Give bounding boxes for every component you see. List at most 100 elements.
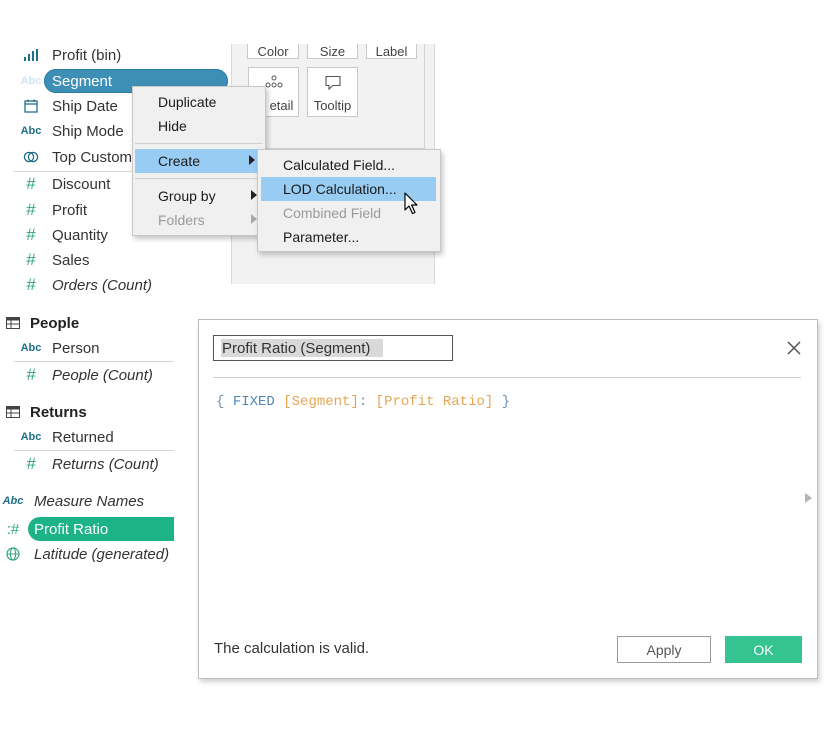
table-people[interactable]: People bbox=[2, 311, 79, 335]
dimension-abc-icon: Abc bbox=[20, 125, 42, 137]
dimension-abc-icon: Abc bbox=[2, 495, 24, 507]
menu-item-hide[interactable]: Hide bbox=[133, 114, 265, 138]
menu-item-duplicate[interactable]: Duplicate bbox=[133, 90, 265, 114]
field-label: Profit Ratio bbox=[34, 520, 109, 538]
table-icon bbox=[2, 406, 24, 418]
menu-item-label: Combined Field bbox=[283, 205, 382, 221]
formula-colon: : bbox=[358, 394, 368, 410]
field-sales[interactable]: # Sales bbox=[20, 248, 90, 272]
field-context-menu: Duplicate Hide Create Group by Folders bbox=[132, 86, 266, 236]
field-label: Segment bbox=[52, 72, 113, 90]
size-button[interactable]: Size bbox=[307, 44, 358, 59]
formula-editor[interactable]: { FIXED [Segment]: [Profit Ratio] } bbox=[216, 394, 510, 410]
field-label: Profit (bin) bbox=[52, 46, 122, 64]
field-ship-date[interactable]: Ship Date bbox=[20, 94, 118, 118]
field-label: Quantity bbox=[52, 226, 108, 244]
menu-item-label: Create bbox=[158, 153, 201, 169]
globe-icon bbox=[2, 547, 24, 561]
field-label: Sales bbox=[52, 251, 90, 269]
field-profit-bin[interactable]: Profit (bin) bbox=[20, 43, 121, 67]
expand-functions-arrow-icon[interactable] bbox=[805, 493, 812, 503]
menu-separator bbox=[135, 143, 263, 144]
table-returns[interactable]: Returns bbox=[2, 400, 87, 424]
menu-item-parameter[interactable]: Parameter... bbox=[258, 225, 440, 249]
validation-status: The calculation is valid. bbox=[214, 640, 370, 657]
field-measure-names[interactable]: Abc Measure Names bbox=[2, 489, 144, 513]
tooltip-button-label: Tooltip bbox=[313, 98, 352, 113]
menu-item-label: LOD Calculation... bbox=[283, 181, 397, 197]
close-icon[interactable] bbox=[783, 337, 805, 359]
tooltip-button[interactable]: Tooltip bbox=[307, 67, 358, 117]
formula-dimension: [Segment] bbox=[283, 394, 359, 410]
field-quantity[interactable]: # Quantity bbox=[20, 223, 108, 247]
dimension-abc-icon: Abc bbox=[20, 75, 42, 87]
field-label: Returned bbox=[52, 428, 114, 446]
field-label: Ship Mode bbox=[52, 122, 124, 140]
measure-hash-icon: # bbox=[26, 200, 36, 219]
bin-bar-icon bbox=[20, 49, 42, 61]
measure-hash-icon: # bbox=[26, 275, 36, 294]
menu-item-label: Hide bbox=[158, 118, 187, 134]
table-title: Returns bbox=[30, 403, 87, 421]
field-profit-ratio[interactable]: :# Profit Ratio bbox=[2, 517, 108, 541]
color-button-label: Color bbox=[257, 43, 289, 59]
pane-divider bbox=[14, 361, 174, 362]
menu-item-label: Calculated Field... bbox=[283, 157, 396, 173]
menu-item-label: Duplicate bbox=[158, 94, 217, 110]
field-person[interactable]: Abc Person bbox=[20, 336, 100, 360]
set-icon bbox=[20, 150, 42, 164]
menu-item-group-by[interactable]: Group by bbox=[133, 184, 265, 208]
field-latitude[interactable]: Latitude (generated) bbox=[2, 542, 169, 566]
menu-item-label: Folders bbox=[158, 212, 205, 228]
field-ship-mode[interactable]: Abc Ship Mode bbox=[20, 119, 124, 143]
field-profit[interactable]: # Profit bbox=[20, 198, 87, 222]
field-top-customers[interactable]: Top Custom bbox=[20, 145, 132, 169]
menu-item-folders: Folders bbox=[133, 208, 265, 232]
measure-hash-icon: # bbox=[26, 174, 36, 193]
tooltip-speech-icon bbox=[324, 75, 342, 94]
field-people-count[interactable]: # People (Count) bbox=[20, 363, 153, 387]
dimension-abc-icon: Abc bbox=[20, 342, 42, 354]
measure-hash-icon: # bbox=[26, 365, 36, 384]
ok-button[interactable]: OK bbox=[725, 636, 802, 663]
field-label: Latitude (generated) bbox=[34, 545, 170, 563]
table-title: People bbox=[30, 314, 80, 332]
calendar-icon bbox=[20, 99, 42, 113]
measure-hash-icon: # bbox=[26, 454, 36, 473]
formula-open-brace: { bbox=[216, 394, 225, 410]
menu-item-create[interactable]: Create bbox=[135, 149, 263, 173]
field-label: Returns (Count) bbox=[52, 455, 159, 473]
field-label: Ship Date bbox=[52, 97, 118, 115]
apply-button-label: Apply bbox=[646, 641, 682, 658]
field-returned[interactable]: Abc Returned bbox=[20, 425, 114, 449]
apply-button[interactable]: Apply bbox=[617, 636, 711, 663]
field-segment[interactable]: Abc Segment bbox=[20, 69, 112, 93]
detail-dots-icon bbox=[264, 75, 284, 92]
field-discount[interactable]: # Discount bbox=[20, 172, 110, 196]
dimension-abc-icon: Abc bbox=[20, 431, 42, 443]
field-label: Measure Names bbox=[34, 492, 145, 510]
ok-button-label: OK bbox=[753, 641, 774, 658]
menu-item-label: Group by bbox=[158, 188, 216, 204]
formula-keyword: FIXED bbox=[232, 394, 275, 410]
field-label: Orders (Count) bbox=[52, 276, 153, 294]
mouse-pointer-icon bbox=[404, 192, 420, 221]
field-label: People (Count) bbox=[52, 366, 153, 384]
field-label: Profit bbox=[52, 201, 88, 219]
measure-hash-icon: # bbox=[26, 250, 36, 269]
color-button[interactable]: Color bbox=[247, 44, 299, 59]
menu-item-calculated-field[interactable]: Calculated Field... bbox=[258, 153, 440, 177]
formula-measure: [Profit Ratio] bbox=[375, 394, 494, 410]
label-button[interactable]: Label bbox=[366, 44, 417, 59]
submenu-arrow-icon bbox=[249, 155, 255, 165]
field-orders-count[interactable]: # Orders (Count) bbox=[20, 273, 152, 297]
field-label: Top Custom bbox=[52, 148, 133, 166]
table-icon bbox=[2, 317, 24, 329]
field-returns-count[interactable]: # Returns (Count) bbox=[20, 452, 159, 476]
field-label: Discount bbox=[52, 175, 111, 193]
label-button-label: Label bbox=[375, 43, 408, 59]
measure-hash-icon: # bbox=[26, 225, 36, 244]
calculation-name-input[interactable] bbox=[213, 335, 453, 361]
menu-item-label: Parameter... bbox=[283, 229, 360, 245]
pane-divider bbox=[14, 450, 174, 451]
